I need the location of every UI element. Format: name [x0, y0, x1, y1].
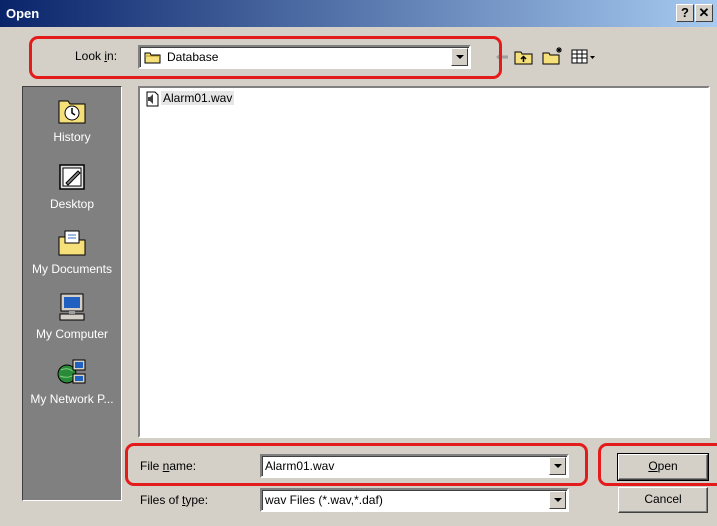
chevron-down-icon: [554, 498, 562, 502]
my-documents-icon: [58, 230, 86, 256]
sidebar-item-my-network-places[interactable]: My Network P...: [23, 357, 121, 406]
files-of-type-value: wav Files (*.wav,*.daf): [265, 493, 383, 507]
sidebar-item-my-computer[interactable]: My Computer: [23, 292, 121, 341]
new-folder-icon[interactable]: [542, 46, 564, 66]
file-name-label: Alarm01.wav: [161, 91, 235, 105]
files-of-type-dropdown-button[interactable]: [549, 491, 566, 509]
my-network-places-icon: [57, 359, 86, 384]
my-computer-icon: [59, 293, 85, 321]
wav-file-icon: [146, 91, 159, 107]
sidebar-item-label: Desktop: [49, 197, 95, 211]
desktop-icon: [59, 164, 85, 190]
up-folder-icon[interactable]: [514, 48, 534, 66]
file-list[interactable]: Alarm01.wav: [138, 86, 710, 438]
view-menu-icon[interactable]: [571, 49, 597, 65]
sidebar-item-label: My Documents: [31, 262, 113, 276]
sidebar-item-my-documents[interactable]: My Documents: [23, 227, 121, 276]
title-bar[interactable]: [0, 0, 717, 27]
sidebar-item-label: My Computer: [35, 327, 109, 341]
sidebar-item-label: History: [53, 130, 91, 144]
sidebar-item-desktop[interactable]: Desktop: [23, 162, 121, 211]
window-title: Open: [6, 6, 40, 21]
places-sidebar: History Desktop My Documents My Computer: [22, 86, 122, 501]
cancel-button[interactable]: Cancel: [618, 487, 708, 513]
open-button-highlight: [598, 443, 717, 486]
close-button[interactable]: ✕: [695, 4, 713, 22]
sidebar-item-history[interactable]: History: [23, 95, 121, 144]
history-icon: [58, 100, 86, 124]
file-name-highlight: [125, 443, 588, 486]
files-of-type-label: Files of type:: [140, 493, 209, 507]
look-in-highlight: [29, 36, 502, 79]
files-of-type-dropdown[interactable]: wav Files (*.wav,*.daf): [260, 488, 569, 512]
sidebar-item-label: My Network P...: [30, 392, 114, 406]
help-button[interactable]: ?: [676, 4, 694, 22]
